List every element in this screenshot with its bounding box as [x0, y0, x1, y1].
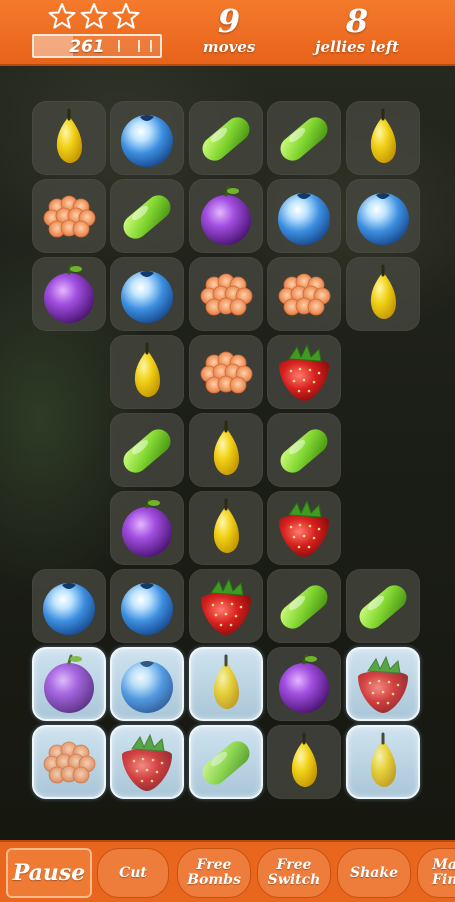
plum-icon [201, 186, 251, 245]
board-cell[interactable] [32, 179, 106, 253]
blueberry-icon [278, 193, 330, 245]
banana-icon [370, 264, 396, 319]
board-cell[interactable] [267, 257, 341, 331]
board-cell[interactable] [346, 569, 420, 643]
board-cell[interactable] [189, 335, 263, 409]
raspberry-icon [200, 273, 253, 316]
board-cell[interactable] [32, 725, 106, 799]
board-cell[interactable] [189, 569, 263, 643]
blueberry-icon [121, 115, 173, 167]
banana-icon [134, 342, 160, 397]
powerup-toolbar: Pause Cut Free Bombs Free Switch Shake M… [0, 840, 455, 902]
grape-icon [280, 429, 328, 473]
blueberry-icon [121, 271, 173, 323]
strawberry-icon [279, 343, 329, 401]
board-cell[interactable] [346, 725, 420, 799]
star-icon [112, 3, 140, 29]
board-cell[interactable] [267, 101, 341, 175]
board-cell[interactable] [32, 257, 106, 331]
banana-icon [213, 654, 239, 709]
board-cell[interactable] [189, 413, 263, 487]
moves-label: moves [202, 38, 256, 56]
banana-icon [56, 108, 82, 163]
pause-button[interactable]: Pause [6, 848, 92, 898]
board-cell[interactable] [189, 647, 263, 721]
moves-counter: 9 moves [196, 4, 262, 56]
board-cell[interactable] [189, 179, 263, 253]
cut-button[interactable]: Cut [97, 848, 169, 898]
strawberry-icon [279, 499, 329, 557]
plum-icon [44, 264, 94, 323]
grape-icon [202, 741, 250, 785]
board-cell[interactable] [267, 491, 341, 565]
star-threshold-tick [150, 40, 152, 52]
board-cell[interactable] [189, 101, 263, 175]
strawberry-icon [201, 577, 251, 635]
blueberry-icon [43, 583, 95, 635]
star-icon [80, 3, 108, 29]
board-cell[interactable] [346, 101, 420, 175]
board-cell[interactable] [267, 179, 341, 253]
top-hud: 261 9 moves 8 jellies left [0, 0, 455, 66]
board-cell[interactable] [267, 647, 341, 721]
strawberry-icon [358, 655, 408, 713]
blueberry-icon [357, 193, 409, 245]
banana-icon [370, 732, 396, 787]
board-cell[interactable] [110, 179, 184, 253]
plum-icon [44, 654, 94, 713]
raspberry-icon [43, 741, 96, 784]
star-icon [48, 3, 76, 29]
grape-icon [359, 585, 407, 629]
score-progress-bar: 261 [32, 34, 162, 58]
jellies-value: 8 [345, 2, 369, 40]
banana-icon [291, 732, 317, 787]
free-switch-button[interactable]: Free Switch [257, 848, 331, 898]
board-cell[interactable] [32, 569, 106, 643]
blueberry-icon [121, 583, 173, 635]
banana-icon [213, 420, 239, 475]
free-bombs-button[interactable]: Free Bombs [177, 848, 251, 898]
shake-button[interactable]: Shake [337, 848, 411, 898]
board-cell[interactable] [267, 725, 341, 799]
board-cell[interactable] [110, 725, 184, 799]
raspberry-icon [278, 273, 331, 316]
moves-value: 9 [217, 2, 241, 40]
board-cell[interactable] [189, 725, 263, 799]
grape-icon [280, 117, 328, 161]
board-cell[interactable] [267, 413, 341, 487]
board-cell[interactable] [267, 335, 341, 409]
jellies-counter: 8 jellies left [312, 4, 402, 56]
banana-icon [213, 498, 239, 553]
blueberry-icon [121, 661, 173, 713]
board-cell[interactable] [110, 413, 184, 487]
board-cell[interactable] [110, 257, 184, 331]
board-cell[interactable] [189, 257, 263, 331]
score-value: 261 [69, 37, 105, 57]
more-button[interactable]: Ma Fin [417, 848, 455, 898]
banana-icon [370, 108, 396, 163]
board-cell[interactable] [346, 257, 420, 331]
strawberry-icon [122, 733, 172, 791]
board-cell[interactable] [110, 101, 184, 175]
board-cell[interactable] [110, 647, 184, 721]
board-cell[interactable] [110, 335, 184, 409]
raspberry-icon [200, 351, 253, 394]
plum-icon [279, 654, 329, 713]
grape-icon [280, 585, 328, 629]
plum-icon [122, 498, 172, 557]
board-cell[interactable] [346, 179, 420, 253]
board-cell[interactable] [267, 569, 341, 643]
board-cell[interactable] [32, 101, 106, 175]
board-cell[interactable] [110, 491, 184, 565]
grape-icon [123, 429, 171, 473]
star-rating [48, 2, 140, 30]
grape-icon [202, 117, 250, 161]
board-cell[interactable] [346, 647, 420, 721]
grape-icon [123, 195, 171, 239]
raspberry-icon [43, 195, 96, 238]
jellies-label: jellies left [315, 38, 399, 56]
board-cell[interactable] [32, 647, 106, 721]
board-cell[interactable] [110, 569, 184, 643]
board-cell[interactable] [189, 491, 263, 565]
